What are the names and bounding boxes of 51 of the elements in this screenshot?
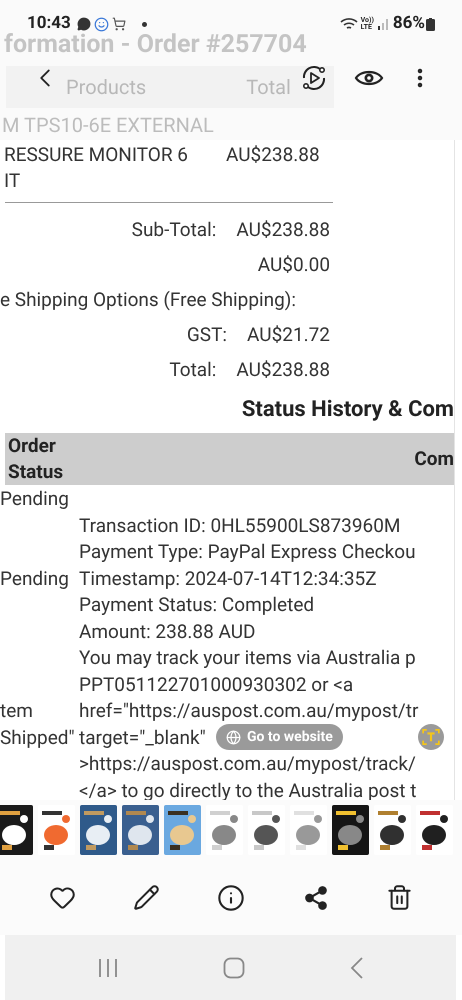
comment-line: Payment Status: Completed	[79, 592, 314, 618]
total-label: Total:	[169, 357, 216, 383]
status-cell: Shipped"	[0, 726, 75, 748]
delete-icon[interactable]	[386, 884, 414, 911]
column-header: Products	[66, 74, 146, 101]
comment-line: Amount: 238.88 AUD	[79, 618, 256, 644]
comment-line: Payment Type: PayPal Express Checkou	[79, 539, 416, 565]
product-name: IT	[3, 168, 22, 194]
clock: 10:43	[27, 12, 71, 34]
product-name: M TPS10-6E EXTERNAL	[1, 112, 214, 139]
battery-icon	[426, 18, 435, 30]
cart-icon	[112, 17, 126, 31]
total-value: AU$238.88	[236, 357, 330, 383]
status-cell: Pending	[0, 487, 69, 510]
battery-percent: 86%	[392, 12, 425, 36]
column-header: Order Status	[7, 433, 64, 485]
column-header: Total	[246, 74, 291, 101]
comment-line: href="https://auspost.com.au/mypost/tr	[79, 698, 418, 724]
comment-line: PPT051122701000930302 or <a	[79, 672, 354, 698]
total-value: AU$0.00	[258, 252, 330, 278]
text-extract-button[interactable]	[418, 724, 444, 750]
info-icon[interactable]	[217, 884, 246, 912]
total-value: AU$238.88	[236, 217, 330, 243]
column-header: Com	[414, 446, 454, 472]
section-heading: Status History & Com	[242, 396, 454, 424]
product-total: AU$238.88	[226, 142, 320, 168]
share-icon[interactable]	[302, 884, 329, 910]
wifi-icon	[340, 17, 358, 31]
total-label: Sub-Total:	[132, 217, 216, 243]
text-scan-icon	[421, 727, 441, 747]
comment-line: Timestamp: 2024-07-14T12:34:35Z	[79, 566, 377, 592]
comment-line: target="_blank"	[79, 724, 206, 750]
eye-icon[interactable]	[354, 68, 384, 88]
comment-line: You may track your items via Australia p	[79, 645, 416, 671]
total-value: AU$21.72	[247, 322, 330, 348]
status-cell: Pending	[0, 566, 69, 590]
go-to-website-button[interactable]: Go to website	[216, 724, 343, 750]
smiley-icon	[94, 16, 109, 32]
total-label: e Shipping Options (Free Shipping):	[0, 287, 298, 313]
comment-line: Transaction ID: 0HL55900LS873960M	[79, 512, 400, 538]
product-name: RESSURE MONITOR 6	[3, 142, 188, 168]
chat-icon	[76, 17, 91, 31]
play-circle-icon[interactable]	[300, 64, 328, 92]
home-icon[interactable]	[223, 956, 246, 978]
total-label: GST:	[186, 322, 228, 348]
comment-line: >https://auspost.com.au/mypost/track/	[79, 751, 416, 777]
globe-icon	[226, 730, 241, 744]
status-cell: tem	[0, 699, 33, 722]
signal-icon	[376, 18, 389, 30]
recent-apps-icon[interactable]	[97, 958, 120, 978]
edit-icon[interactable]	[133, 884, 160, 911]
